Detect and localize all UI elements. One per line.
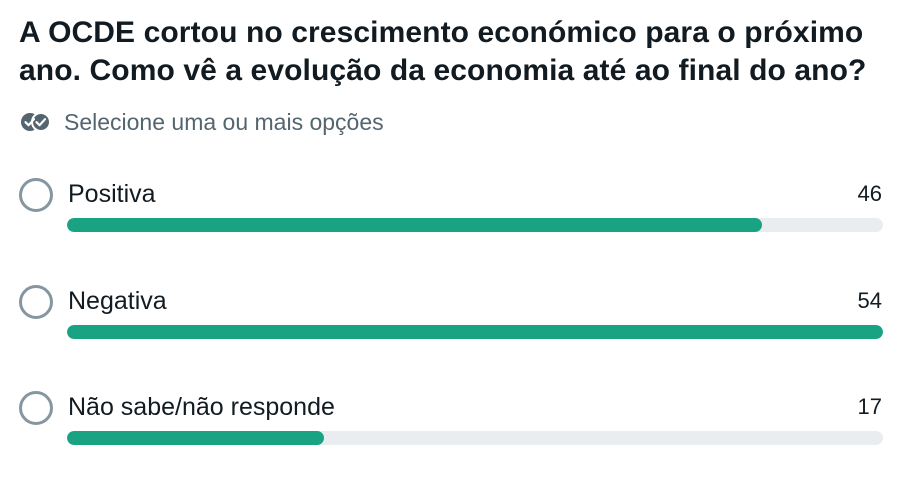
double-check-icon [20,112,52,132]
poll-option[interactable]: Negativa 54 [0,285,900,365]
poll-option[interactable]: Não sabe/não responde 17 [0,391,900,471]
option-progress-fill [67,431,324,445]
option-progress-fill [67,325,883,339]
option-radio[interactable] [19,178,53,212]
option-progress-track [67,325,883,339]
option-progress-track [67,431,883,445]
option-vote-count: 17 [857,394,882,419]
poll-hint: Selecione uma ou mais opções [20,108,384,136]
option-radio[interactable] [19,391,53,425]
option-progress-track [67,218,883,232]
option-progress-fill [67,218,763,232]
poll-question: A OCDE cortou no crescimento económico p… [19,16,867,87]
option-radio[interactable] [19,285,53,319]
option-vote-count: 54 [857,288,882,313]
poll-option[interactable]: Positiva 46 [0,178,900,258]
poll-message: A OCDE cortou no crescimento económico p… [0,0,900,479]
option-vote-count: 46 [857,181,882,206]
poll-hint-text: Selecione uma ou mais opções [64,108,384,135]
option-label: Negativa [68,287,167,315]
option-label: Não sabe/não responde [68,393,335,421]
option-label: Positiva [68,180,156,208]
